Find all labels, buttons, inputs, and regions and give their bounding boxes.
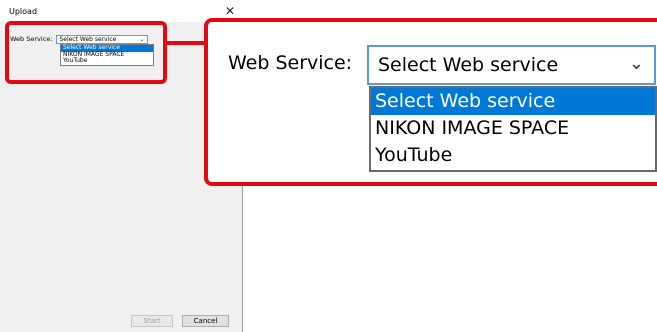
- option-select-web-service[interactable]: Select Web service: [371, 88, 655, 115]
- callout-connector: [167, 41, 204, 45]
- web-service-label: Web Service:: [228, 52, 353, 74]
- select-value: Select Web service: [378, 54, 559, 76]
- web-service-dropdown-list: Select Web service NIKON IMAGE SPACE You…: [369, 86, 657, 172]
- option-nikon-image-space[interactable]: NIKON IMAGE SPACE: [371, 115, 655, 142]
- web-service-select[interactable]: Select Web service ⌄: [367, 45, 656, 85]
- start-button[interactable]: Start: [131, 315, 173, 327]
- window-title: Upload: [9, 7, 38, 16]
- option-youtube[interactable]: YouTube: [371, 142, 655, 169]
- highlight-box-small: [5, 21, 167, 84]
- cancel-button[interactable]: Cancel: [182, 315, 229, 327]
- chevron-down-icon: ⌄: [628, 53, 644, 74]
- close-icon: ✕: [224, 4, 236, 18]
